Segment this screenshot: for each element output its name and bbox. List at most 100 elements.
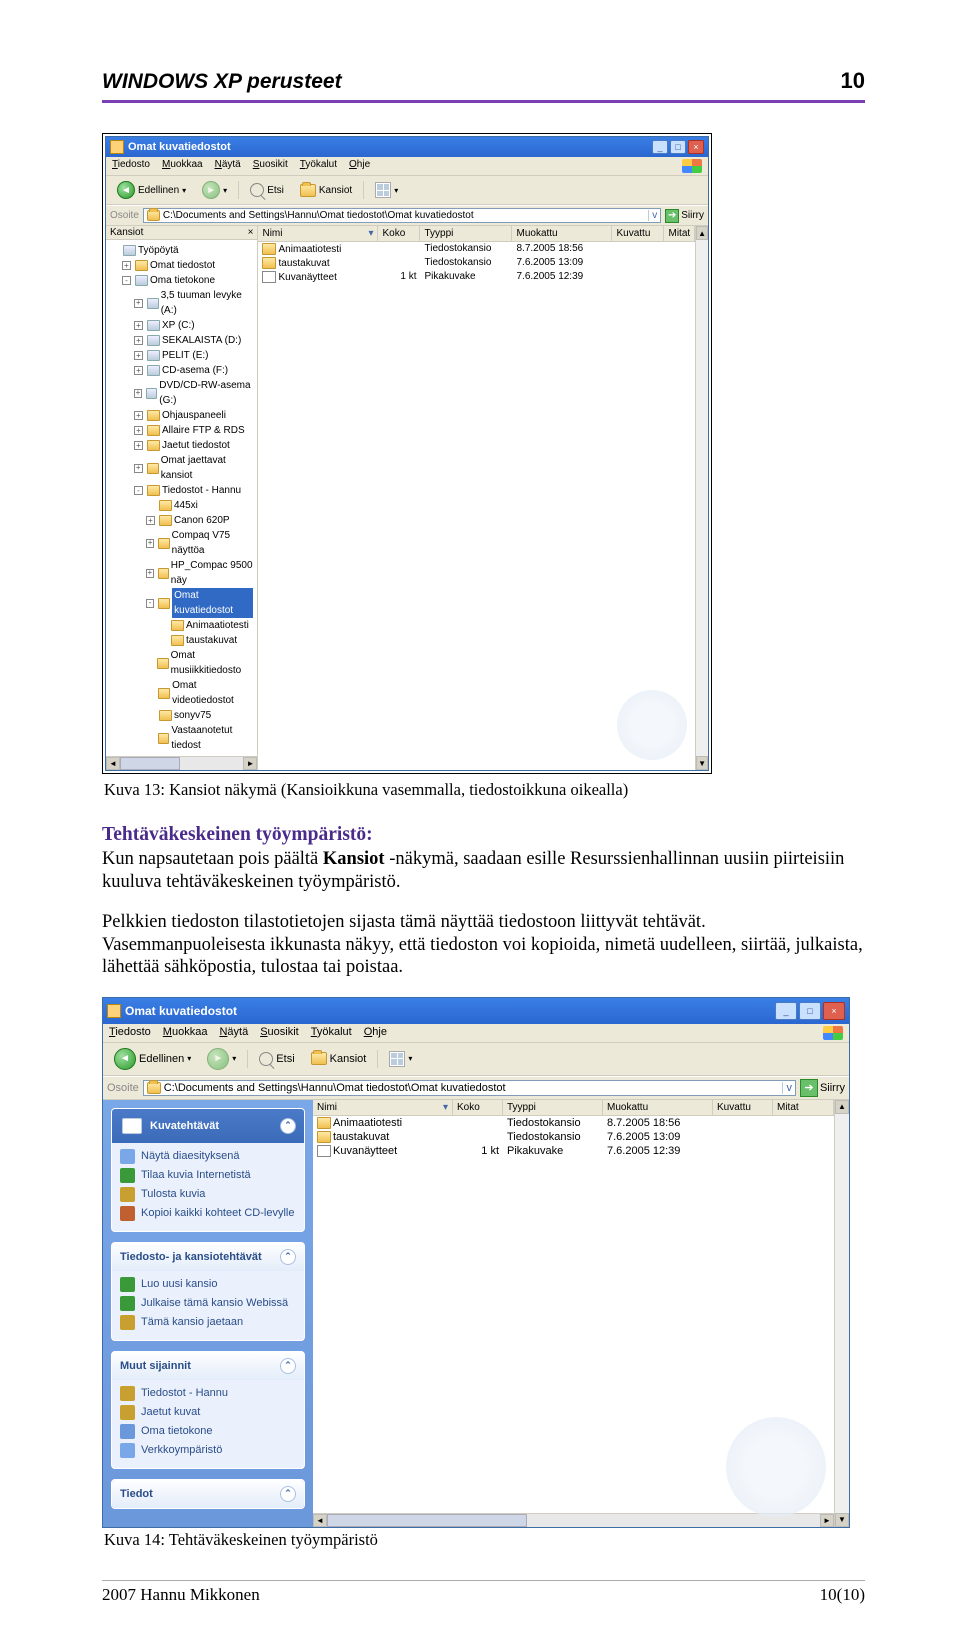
chevron-up-icon[interactable]: ⌃ [280, 1358, 296, 1374]
menu-view[interactable]: Näytä [215, 159, 241, 173]
tree-node[interactable]: + 3,5 tuuman levyke (A:) [110, 288, 253, 318]
window-titlebar[interactable]: Omat kuvatiedostot _ □ × [106, 137, 708, 157]
menu-file[interactable]: Tiedosto [112, 159, 150, 173]
task-link[interactable]: Tilaa kuvia Internetistä [120, 1166, 296, 1185]
tree-node[interactable]: Vastaanotetut tiedost [110, 723, 253, 753]
search-button[interactable]: Etsi [245, 181, 289, 199]
tree-node[interactable]: Omat videotiedostot [110, 678, 253, 708]
tree-node[interactable]: taustakuvat [110, 633, 253, 648]
task-link[interactable]: Näytä diaesityksenä [120, 1147, 296, 1166]
scrollbar-vertical[interactable]: ▲▼ [834, 1100, 849, 1527]
views-button[interactable]: ▾ [384, 1049, 417, 1069]
menu-tools[interactable]: Työkalut [311, 1026, 352, 1040]
chevron-down-icon[interactable]: v [648, 210, 657, 221]
menu-edit[interactable]: Muokkaa [163, 1026, 208, 1040]
table-row[interactable]: AnimaatiotestiTiedostokansio8.7.2005 18:… [258, 242, 695, 256]
scrollbar-horizontal[interactable]: ◄► [106, 756, 257, 770]
tree-node[interactable]: sonyv75 [110, 708, 253, 723]
minimize-button[interactable]: _ [652, 140, 668, 154]
minimize-button[interactable]: _ [775, 1002, 797, 1020]
menu-tools[interactable]: Työkalut [300, 159, 337, 173]
tree-node[interactable]: Animaatiotesti [110, 618, 253, 633]
menu-help[interactable]: Ohje [364, 1026, 387, 1040]
chevron-up-icon[interactable]: ⌃ [280, 1486, 296, 1502]
table-row[interactable]: AnimaatiotestiTiedostokansio8.7.2005 18:… [313, 1116, 834, 1130]
views-button[interactable]: ▾ [370, 180, 403, 200]
tree-node[interactable]: + Ohjauspaneeli [110, 408, 253, 423]
forward-button[interactable]: ►▾ [197, 179, 232, 201]
file-list[interactable]: AnimaatiotestiTiedostokansio8.7.2005 18:… [258, 242, 695, 284]
table-row[interactable]: taustakuvatTiedostokansio7.6.2005 13:09 [258, 256, 695, 270]
maximize-button[interactable]: □ [799, 1002, 821, 1020]
window-titlebar[interactable]: Omat kuvatiedostot _ □ × [103, 998, 849, 1024]
close-button[interactable]: × [688, 140, 704, 154]
scrollbar-horizontal[interactable]: ◄► [313, 1513, 834, 1527]
doc-title: WINDOWS XP perusteet [102, 70, 342, 94]
address-label: Osoite [107, 1082, 139, 1094]
search-button[interactable]: Etsi [254, 1050, 299, 1068]
menu-edit[interactable]: Muokkaa [162, 159, 203, 173]
task-link[interactable]: Verkkoympäristö [120, 1441, 296, 1460]
menu-file[interactable]: Tiedosto [109, 1026, 151, 1040]
chevron-up-icon[interactable]: ⌃ [280, 1249, 296, 1265]
task-group-header[interactable]: Tiedosto- ja kansiotehtävät⌃ [112, 1243, 304, 1271]
tree-node[interactable]: - Tiedostot - Hannu [110, 483, 253, 498]
scrollbar-vertical[interactable]: ▲▼ [695, 226, 708, 770]
table-row[interactable]: Kuvanäytteet1 ktPikakuvake7.6.2005 12:39 [258, 270, 695, 284]
forward-button[interactable]: ►▾ [202, 1046, 241, 1072]
task-group-header[interactable]: Kuvatehtävät⌃ [112, 1109, 304, 1143]
task-link[interactable]: Jaetut kuvat [120, 1403, 296, 1422]
tree-node[interactable]: + Omat tiedostot [110, 258, 253, 273]
folder-tree[interactable]: Työpöytä+ Omat tiedostot- Oma tietokone+… [106, 240, 257, 756]
close-icon[interactable]: × [248, 227, 254, 238]
go-button[interactable]: ➔Siirry [665, 209, 704, 223]
tree-node[interactable]: + XP (C:) [110, 318, 253, 333]
menu-favorites[interactable]: Suosikit [253, 159, 288, 173]
task-link[interactable]: Tulosta kuvia [120, 1185, 296, 1204]
tree-node[interactable]: + Canon 620P [110, 513, 253, 528]
task-group-header[interactable]: Muut sijainnit⌃ [112, 1352, 304, 1380]
table-row[interactable]: Kuvanäytteet1 ktPikakuvake7.6.2005 12:39 [313, 1144, 834, 1158]
task-link[interactable]: Luo uusi kansio [120, 1275, 296, 1294]
tree-node[interactable]: + PELIT (E:) [110, 348, 253, 363]
tree-node[interactable]: + Omat jaettavat kansiot [110, 453, 253, 483]
tree-node[interactable]: + Allaire FTP & RDS [110, 423, 253, 438]
menu-favorites[interactable]: Suosikit [260, 1026, 299, 1040]
go-button[interactable]: ➔Siirry [800, 1079, 845, 1097]
tree-node[interactable]: + SEKALAISTA (D:) [110, 333, 253, 348]
task-link[interactable]: Tämä kansio jaetaan [120, 1313, 296, 1332]
task-group: Tiedot⌃ [111, 1479, 305, 1509]
folders-button[interactable]: Kansiot [295, 182, 357, 199]
tree-node[interactable]: + HP_Compac 9500 näy [110, 558, 253, 588]
chevron-up-icon[interactable]: ⌃ [280, 1118, 296, 1134]
address-input[interactable]: C:\Documents and Settings\Hannu\Omat tie… [143, 208, 661, 223]
column-headers[interactable]: Nimi▾ Koko Tyyppi Muokattu Kuvattu Mitat [258, 226, 695, 242]
menu-help[interactable]: Ohje [349, 159, 370, 173]
close-button[interactable]: × [823, 1002, 845, 1020]
tree-node[interactable]: 445xi [110, 498, 253, 513]
chevron-down-icon[interactable]: v [782, 1082, 792, 1094]
tree-node[interactable]: + CD-asema (F:) [110, 363, 253, 378]
task-link[interactable]: Julkaise tämä kansio Webissä [120, 1294, 296, 1313]
tree-node[interactable]: + Jaetut tiedostot [110, 438, 253, 453]
tree-node[interactable]: - Omat kuvatiedostot [110, 588, 253, 618]
column-headers[interactable]: Nimi▾ Koko Tyyppi Muokattu Kuvattu Mitat [313, 1100, 834, 1116]
table-row[interactable]: taustakuvatTiedostokansio7.6.2005 13:09 [313, 1130, 834, 1144]
tree-node[interactable]: - Oma tietokone [110, 273, 253, 288]
menu-view[interactable]: Näytä [219, 1026, 248, 1040]
tree-node[interactable]: + Compaq V75 näyttöa [110, 528, 253, 558]
tree-node[interactable]: Työpöytä [110, 243, 253, 258]
back-button[interactable]: ◄Edellinen ▾ [109, 1046, 196, 1072]
task-link[interactable]: Tiedostot - Hannu [120, 1384, 296, 1403]
tree-node[interactable]: + DVD/CD-RW-asema (G:) [110, 378, 253, 408]
file-list[interactable]: AnimaatiotestiTiedostokansio8.7.2005 18:… [313, 1116, 834, 1158]
task-link[interactable]: Oma tietokone [120, 1422, 296, 1441]
tree-node[interactable]: Omat musiikkitiedosto [110, 648, 253, 678]
task-group-header[interactable]: Tiedot⌃ [112, 1480, 304, 1508]
task-link[interactable]: Kopioi kaikki kohteet CD-levylle [120, 1204, 296, 1223]
folder-icon [300, 184, 316, 197]
maximize-button[interactable]: □ [670, 140, 686, 154]
address-input[interactable]: C:\Documents and Settings\Hannu\Omat tie… [143, 1080, 796, 1096]
folders-button[interactable]: Kansiot [306, 1050, 372, 1067]
back-button[interactable]: ◄Edellinen ▾ [112, 179, 191, 201]
